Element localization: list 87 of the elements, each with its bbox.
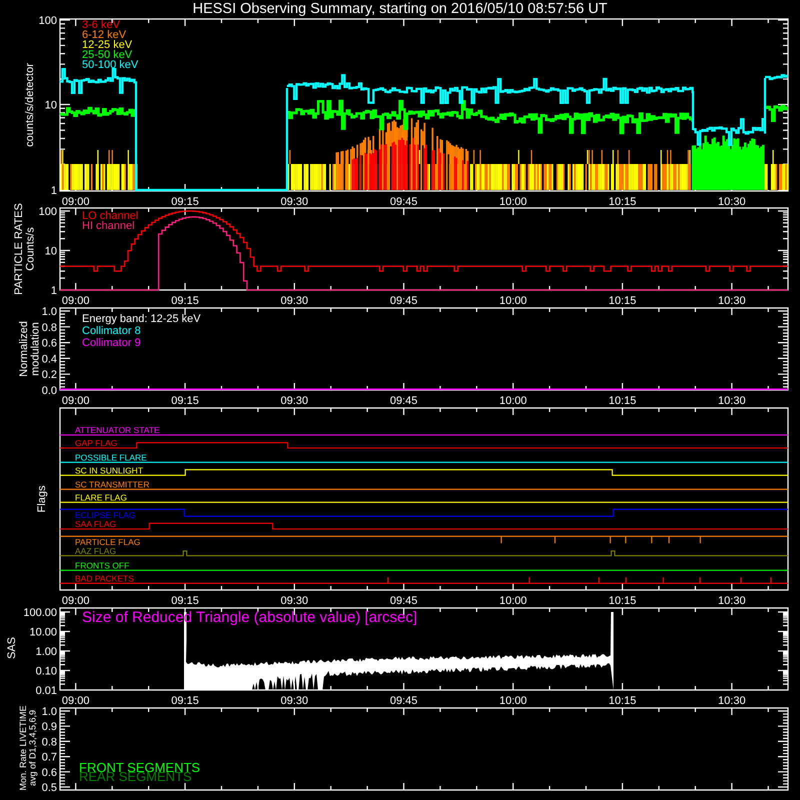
axis-tick-label: 1.0 [42,706,57,718]
time-axis-label: 10:00 [499,395,527,407]
legend-label: Energy band: 12-25 keV [82,313,201,325]
axis-tick-label: 0.6 [42,766,57,779]
legend-label: HI channel [82,220,135,232]
time-axis-label: 09:15 [171,395,199,407]
time-axis-label: 09:45 [390,395,418,407]
flag-label: SAA FLAG [75,519,116,530]
legend-label: 3-6 keV [82,19,120,31]
time-axis-label: 10:15 [608,395,636,407]
flag-label: ECLIPSE FLAG [75,510,136,520]
axis-tick-label: 0.8 [42,322,57,334]
chart-title: HESSI Observing Summary, starting on 2016/05/10 08:57:56 UT [192,1,608,18]
time-axis-label: 10:15 [608,295,636,307]
legend-label: LO channel [82,210,138,222]
axis-title: SAS [6,637,18,659]
legend-label: 12-25 keV [82,39,132,51]
axis-tick-label: 0.01 [36,685,57,697]
time-axis-label: 10:15 [608,196,636,208]
time-axis-label: 10:30 [718,695,746,707]
axis-tick-label: 1 [50,185,57,197]
time-axis-label: 09:15 [171,595,199,607]
time-axis-label: 09:00 [62,395,90,407]
axis-tick-label: 10 [44,246,57,258]
time-axis-label: 09:15 [171,295,199,307]
time-axis-label: 10:30 [718,595,746,607]
time-axis-label: 09:45 [390,295,418,307]
axis-tick-label: 10 [44,100,57,112]
flag-label: SC TRANSMITTER [75,480,150,490]
legend-label: Collimator 9 [82,337,141,349]
axis-title: Mon. Rate LIVETIME avg of D1,3,4,5,6,9 [18,705,38,791]
axis-tick-label: 100.00 [23,607,57,619]
time-axis-label: 09:45 [390,196,418,208]
flag-label: BAD PACKETS [75,574,134,584]
time-axis-label: 09:30 [280,295,308,307]
time-axis-label: 10:00 [499,295,527,307]
axis-title: Normalized modulation [18,321,42,377]
axis-tick-label: 0.9 [42,721,57,734]
axis-tick-label: 1.00 [36,646,57,658]
time-axis-label: 09:15 [171,196,199,208]
time-axis-label: 09:00 [62,295,90,307]
axis-tick-label: 1 [50,285,57,297]
axis-tick-label: 0.7 [42,752,57,764]
axis-tick-label: 0.2 [42,369,57,382]
axis-tick-label: 1.0 [42,306,57,318]
flag-label: PARTICLE FLAG [75,537,140,547]
time-axis-label: 09:00 [62,595,90,607]
axis-tick-label: 100 [38,206,57,218]
time-axis-label: 10:30 [718,295,746,307]
legend-label: Collimator 8 [82,325,141,337]
time-axis-label: 09:30 [280,595,308,607]
axis-tick-label: 0.0 [42,385,57,397]
time-axis-label: 09:15 [171,695,199,707]
flag-label: AAZ FLAG [75,546,116,556]
time-axis-label: 09:30 [280,395,308,407]
time-axis-label: 09:30 [280,196,308,208]
flag-label: FRONTS OFF [75,560,130,570]
legend-label: 25-50 keV [82,49,132,61]
time-axis-label: 09:30 [280,695,308,707]
time-axis-label: 10:00 [499,196,527,208]
axis-title: PARTICLE RATES Counts/s [13,203,37,295]
axis-tick-label: 0.8 [42,736,57,748]
flag-label: FLARE FLAG [75,492,127,502]
axis-tick-label: 0.6 [42,338,57,350]
axis-tick-label: 100 [38,15,57,27]
axis-tick-label: 0.10 [36,666,57,678]
time-axis-label: 10:00 [499,695,527,707]
time-axis-label: 10:15 [608,695,636,707]
flag-label: ATTENUATOR STATE [75,425,160,436]
flag-label: GAP FLAG [75,438,118,448]
time-axis-label: 10:15 [608,595,636,607]
flag-label: SC IN SUNLIGHT [75,466,144,476]
axis-title: Flags [36,486,48,512]
time-axis-label: 09:00 [62,196,90,208]
time-axis-label: 10:30 [718,395,746,407]
time-axis-label: 10:30 [718,196,746,208]
time-axis-label: 09:00 [62,695,90,707]
legend-label: 6-12 keV [82,29,126,41]
axis-tick-label: 10.00 [29,626,57,638]
axis-title: counts/s/detector [24,63,36,147]
time-axis-label: 09:45 [390,695,418,707]
axis-tick-label: 0.4 [42,353,57,366]
axis-tick-label: 0.5 [42,782,57,794]
time-axis-label: 10:00 [499,595,527,607]
legend-label: 50-100 keV [82,59,138,71]
time-axis-label: 09:45 [390,595,418,607]
flag-label: POSSIBLE FLARE [75,452,147,462]
